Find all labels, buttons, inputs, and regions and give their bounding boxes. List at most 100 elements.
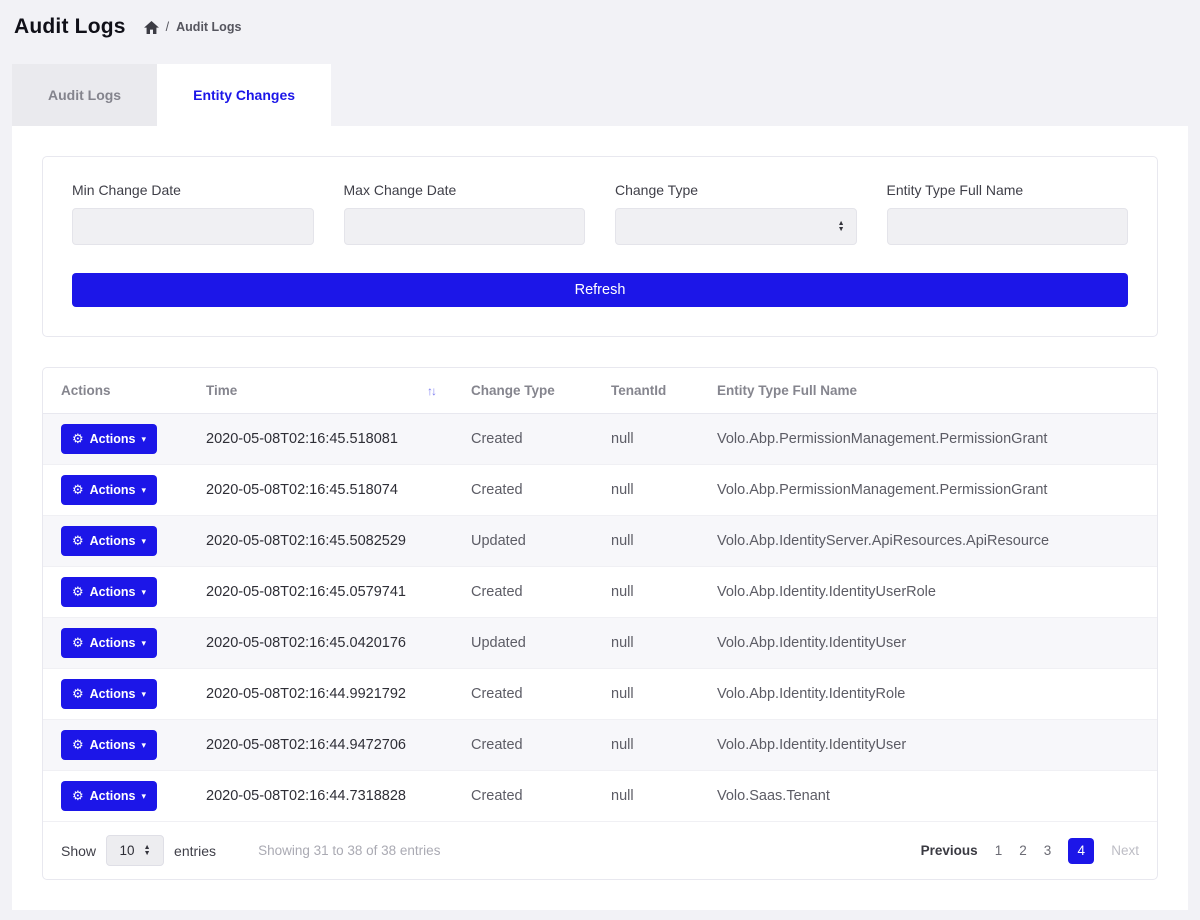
cell-entity-type: Volo.Saas.Tenant [699, 771, 1157, 822]
pagination-page-4[interactable]: 4 [1068, 838, 1094, 864]
cell-entity-type: Volo.Abp.Identity.IdentityUser [699, 618, 1157, 669]
max-change-date-label: Max Change Date [344, 182, 586, 198]
refresh-button[interactable]: Refresh [72, 273, 1128, 307]
entries-label: entries [174, 843, 216, 859]
row-actions-label: Actions [90, 432, 136, 446]
table-row: ⚙Actions▾ 2020-05-08T02:16:45.518081 Cre… [43, 414, 1157, 465]
sort-icon[interactable]: ↑↓ [427, 384, 435, 398]
select-arrows-icon: ▲ ▼ [838, 221, 845, 233]
cell-change-type: Updated [453, 516, 593, 567]
caret-down-icon: ▾ [142, 638, 147, 649]
filter-field-change-type: Change Type ▲ ▼ [615, 182, 857, 245]
row-actions-label: Actions [90, 585, 136, 599]
gear-icon: ⚙ [72, 635, 84, 651]
table-header-row: Actions Time ↑↓ Change Type TenantId Ent… [43, 368, 1157, 414]
cell-entity-type: Volo.Abp.Identity.IdentityUserRole [699, 567, 1157, 618]
gear-icon: ⚙ [72, 482, 84, 498]
gear-icon: ⚙ [72, 737, 84, 753]
max-change-date-input[interactable] [344, 208, 586, 245]
row-actions-button[interactable]: ⚙Actions▾ [61, 679, 157, 709]
cell-change-type: Created [453, 414, 593, 465]
row-actions-label: Actions [90, 483, 136, 497]
entity-type-full-name-input[interactable] [887, 208, 1129, 245]
cell-tenant-id: null [593, 414, 699, 465]
cell-time: 2020-05-08T02:16:44.9472706 [188, 720, 453, 771]
row-actions-label: Actions [90, 738, 136, 752]
cell-time: 2020-05-08T02:16:45.0579741 [188, 567, 453, 618]
entity-changes-table-card: Actions Time ↑↓ Change Type TenantId Ent… [42, 367, 1158, 880]
gear-icon: ⚙ [72, 686, 84, 702]
cell-time: 2020-05-08T02:16:44.7318828 [188, 771, 453, 822]
row-actions-button[interactable]: ⚙Actions▾ [61, 730, 157, 760]
caret-down-icon: ▾ [142, 536, 147, 547]
caret-down-icon: ▾ [142, 587, 147, 598]
cell-time: 2020-05-08T02:16:45.0420176 [188, 618, 453, 669]
min-change-date-label: Min Change Date [72, 182, 314, 198]
cell-entity-type: Volo.Abp.Identity.IdentityUser [699, 720, 1157, 771]
caret-down-icon: ▾ [142, 485, 147, 496]
cell-time: 2020-05-08T02:16:45.518081 [188, 414, 453, 465]
breadcrumb: / Audit Logs [144, 20, 242, 34]
cell-tenant-id: null [593, 516, 699, 567]
pagination-page-2[interactable]: 2 [1019, 843, 1027, 858]
breadcrumb-separator: / [166, 20, 169, 34]
gear-icon: ⚙ [72, 533, 84, 549]
column-header-time[interactable]: Time ↑↓ [188, 368, 453, 414]
breadcrumb-current: Audit Logs [176, 20, 241, 34]
caret-down-icon: ▾ [142, 689, 147, 700]
page-size-group: Show 10 ▲ ▼ entries [61, 835, 216, 866]
pagination: Previous 1 2 3 4 Next [921, 838, 1139, 864]
table-footer: Show 10 ▲ ▼ entries Showing 31 to 38 of … [43, 822, 1157, 879]
table-row: ⚙ Actions ▾ 2020-05-08T02:16:45.0579741 Cr… [43, 567, 1157, 618]
tabs: Audit Logs Entity Changes [12, 64, 1188, 126]
row-actions-button[interactable]: ⚙Actions▾ [61, 424, 157, 454]
tab-entity-changes[interactable]: Entity Changes [157, 64, 331, 126]
table-row: ⚙Actions▾ 2020-05-08T02:16:44.7318828 Cr… [43, 771, 1157, 822]
home-icon[interactable] [144, 21, 159, 34]
pagination-page-1[interactable]: 1 [995, 843, 1003, 858]
filter-field-min-change-date: Min Change Date [72, 182, 314, 245]
cell-tenant-id: null [593, 771, 699, 822]
cell-time: 2020-05-08T02:16:45.518074 [188, 465, 453, 516]
tab-audit-logs[interactable]: Audit Logs [12, 64, 157, 126]
cell-entity-type: Volo.Abp.PermissionManagement.Permission… [699, 414, 1157, 465]
gear-icon: ⚙ [72, 431, 84, 447]
cell-tenant-id: null [593, 618, 699, 669]
row-actions-button[interactable]: ⚙Actions▾ [61, 526, 157, 556]
column-header-actions: Actions [43, 368, 188, 414]
column-header-entity-type: Entity Type Full Name [699, 368, 1157, 414]
cell-entity-type: Volo.Abp.IdentityServer.ApiResources.Api… [699, 516, 1157, 567]
show-label: Show [61, 843, 96, 859]
column-header-tenant-id: TenantId [593, 368, 699, 414]
pagination-next[interactable]: Next [1111, 843, 1139, 858]
row-actions-button[interactable]: ⚙Actions▾ [61, 781, 157, 811]
row-actions-button[interactable]: ⚙ Actions ▾ [61, 475, 157, 505]
gear-icon: ⚙ [72, 584, 84, 600]
min-change-date-input[interactable] [72, 208, 314, 245]
cell-change-type: Created [453, 465, 593, 516]
change-type-select[interactable]: ▲ ▼ [615, 208, 857, 245]
topbar: Audit Logs / Audit Logs [0, 0, 1200, 51]
cell-tenant-id: null [593, 465, 699, 516]
column-header-change-type: Change Type [453, 368, 593, 414]
row-actions-button[interactable]: ⚙ Actions ▾ [61, 577, 157, 607]
page-size-value: 10 [120, 843, 135, 858]
cell-change-type: Created [453, 567, 593, 618]
cell-time: 2020-05-08T02:16:44.9921792 [188, 669, 453, 720]
table-row: ⚙Actions▾ 2020-05-08T02:16:45.5082529 Up… [43, 516, 1157, 567]
filter-field-entity-type-full-name: Entity Type Full Name [887, 182, 1129, 245]
table-row: ⚙Actions▾ 2020-05-08T02:16:44.9472706 Cr… [43, 720, 1157, 771]
showing-entries-text: Showing 31 to 38 of 38 entries [258, 843, 440, 858]
cell-entity-type: Volo.Abp.Identity.IdentityRole [699, 669, 1157, 720]
row-actions-button[interactable]: ⚙Actions▾ [61, 628, 157, 658]
cell-entity-type: Volo.Abp.PermissionManagement.Permission… [699, 465, 1157, 516]
table-row: ⚙Actions▾ 2020-05-08T02:16:44.9921792 Cr… [43, 669, 1157, 720]
pagination-page-3[interactable]: 3 [1044, 843, 1052, 858]
page-title: Audit Logs [14, 15, 126, 39]
page-size-select[interactable]: 10 ▲ ▼ [106, 835, 164, 866]
table-row: ⚙Actions▾ 2020-05-08T02:16:45.0420176 Up… [43, 618, 1157, 669]
cell-tenant-id: null [593, 720, 699, 771]
change-type-label: Change Type [615, 182, 857, 198]
gear-icon: ⚙ [72, 788, 84, 804]
pagination-previous[interactable]: Previous [921, 843, 978, 858]
